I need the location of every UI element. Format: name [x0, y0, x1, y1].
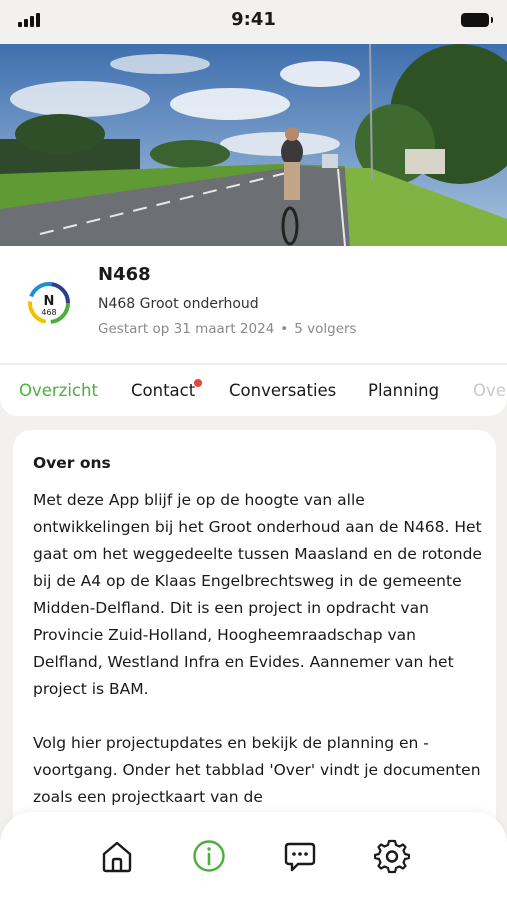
about-heading: Over ons	[33, 454, 111, 472]
about-text: Met deze App blijf je op de hoogte van a…	[33, 487, 483, 838]
tab-label: Overzicht	[19, 381, 98, 400]
battery-icon	[461, 13, 493, 27]
tab-label: Conversaties	[229, 381, 337, 400]
svg-text:468: 468	[41, 308, 56, 317]
tab-label: Planning	[368, 381, 440, 400]
info-icon	[193, 840, 225, 872]
bottom-nav	[0, 812, 507, 900]
chat-icon	[284, 842, 316, 872]
settings-icon	[374, 839, 410, 874]
project-logo: N 468	[28, 282, 70, 324]
nav-settings[interactable]	[372, 836, 412, 876]
status-bar: 9:41	[0, 0, 507, 44]
project-title: N468	[98, 264, 151, 285]
nav-home[interactable]	[97, 836, 137, 876]
followers-count[interactable]: 5 volgers	[294, 321, 356, 337]
about-paragraph: Met deze App blijf je op de hoogte van a…	[33, 491, 482, 698]
tab-contact[interactable]: Contact	[131, 379, 203, 400]
tab-overzicht[interactable]: Overzicht	[19, 381, 98, 400]
meta-separator: •	[280, 321, 289, 337]
about-paragraph: Volg hier projectupdates en bekijk de pl…	[33, 734, 481, 806]
notification-dot	[194, 379, 203, 387]
tab-bar: Overzicht Contact Conversaties Planning …	[0, 364, 507, 416]
tab-conversaties[interactable]: Conversaties	[229, 381, 336, 400]
start-date: Gestart op 31 maart 2024	[98, 321, 275, 337]
tab-planning[interactable]: Planning	[368, 381, 439, 400]
tab-label: Over	[473, 381, 507, 400]
nav-info[interactable]	[189, 836, 229, 876]
project-subtitle: N468 Groot onderhoud	[98, 296, 259, 312]
tab-over[interactable]: Over	[473, 381, 507, 400]
nav-conversations[interactable]	[280, 836, 320, 876]
home-icon	[102, 841, 132, 873]
hero-image	[0, 44, 507, 246]
project-meta: Gestart op 31 maart 2024 • 5 volgers	[98, 321, 357, 337]
svg-text:N: N	[44, 294, 55, 309]
status-time: 9:41	[231, 9, 276, 30]
tab-label: Contact	[131, 381, 196, 400]
